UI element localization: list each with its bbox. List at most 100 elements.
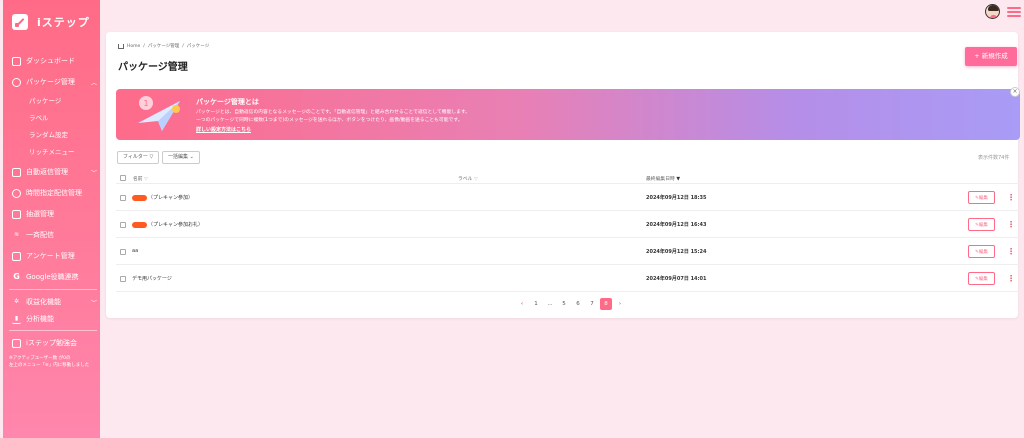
sidebar-item-survey[interactable]: アンケート管理: [12, 251, 97, 261]
book-icon: [12, 338, 21, 348]
column-label[interactable]: ラベル ▽: [458, 175, 478, 182]
table-row[interactable]: デモ用パッケージ 2024年09月07日 14:01 ✎編集 ⋮: [116, 265, 1020, 292]
sidebar-item-label: 自動返信管理: [26, 168, 68, 176]
edit-button[interactable]: ✎編集: [968, 245, 995, 258]
monetize-icon: ✲: [13, 297, 20, 305]
app-name: iステップ: [37, 16, 90, 29]
sidebar-item-label: 一斉配信: [26, 231, 54, 239]
gift-icon: [12, 209, 21, 219]
pagination: ‹ 1 ... 5 6 7 8 ›: [516, 298, 626, 310]
select-all-checkbox[interactable]: [120, 175, 126, 181]
result-count: 表示件数74件: [978, 155, 1010, 161]
row-checkbox[interactable]: [120, 222, 126, 228]
banner-desc-line: パッケージとは、自動返信の内容となるメッセージのことです。「自動返信管理」と組み…: [196, 110, 471, 115]
sidebar-divider: [9, 289, 97, 290]
sidebar-subitem-richmenu[interactable]: リッチメニュー: [29, 146, 75, 156]
table-row[interactable]: （プレキャン参加お礼） 2024年09月12日 16:43 ✎編集 ⋮: [116, 211, 1020, 238]
sidebar-item-monetize[interactable]: ✲ 収益化機能 ﹀: [12, 297, 97, 307]
sidebar-subitem-package[interactable]: パッケージ: [29, 95, 61, 105]
sort-icon: ▽: [144, 177, 148, 182]
avatar[interactable]: [985, 4, 1000, 19]
table-row[interactable]: aa 2024年09月12日 15:24 ✎編集 ⋮: [116, 238, 1020, 265]
package-name[interactable]: （プレキャン参加お礼）: [132, 221, 203, 228]
sidebar-item-google[interactable]: G Google役職連携: [12, 272, 97, 282]
close-icon[interactable]: ×: [1010, 87, 1020, 97]
page-link[interactable]: 1: [530, 298, 542, 310]
chevron-down-icon: ﹀: [90, 169, 97, 177]
column-name[interactable]: 名前 ▽: [133, 175, 148, 182]
dashboard-icon: [12, 56, 21, 66]
sidebar-item-label: 収益化機能: [26, 298, 61, 306]
info-banner: 1 パッケージ管理とは パッケージとは、自動返信の内容となるメッセージのことです…: [116, 89, 1020, 140]
sort-icon: ▽: [473, 177, 478, 182]
sidebar-subitem-random[interactable]: ランダム設定: [29, 129, 68, 139]
package-icon: [12, 77, 21, 87]
page-link[interactable]: 6: [572, 298, 584, 310]
edit-button[interactable]: ✎編集: [968, 272, 995, 285]
prev-page-icon[interactable]: ‹: [516, 298, 528, 310]
page-link-current[interactable]: 8: [600, 298, 612, 310]
edit-button[interactable]: ✎編集: [968, 191, 995, 204]
clock-icon: [12, 188, 21, 198]
more-options-icon[interactable]: ⋮: [1007, 218, 1015, 231]
breadcrumb: Home / パッケージ管理 / パッケージ: [118, 43, 209, 49]
row-checkbox[interactable]: [120, 195, 126, 201]
table-row[interactable]: （プレキャン参加） 2024年09月12日 18:35 ✎編集 ⋮: [116, 184, 1020, 211]
sidebar-item-label: パッケージ管理: [26, 78, 75, 86]
sidebar-item-broadcast[interactable]: ≋ 一斉配信: [12, 230, 97, 240]
more-options-icon[interactable]: ⋮: [1007, 245, 1015, 258]
breadcrumb-home[interactable]: Home: [127, 44, 140, 49]
table-header: 名前 ▽ ラベル ▽ 最終編集日時 ▼: [116, 172, 1020, 184]
sidebar-note: ※アクティブユーザー数 が0の 左上のメニュー「≡」内に移動しました: [9, 356, 90, 368]
page-ellipsis: ...: [547, 301, 553, 307]
package-name[interactable]: デモ用パッケージ: [132, 275, 172, 282]
filter-label: フィルター: [123, 154, 148, 160]
row-checkbox[interactable]: [120, 249, 126, 255]
sidebar-item-auto-reply[interactable]: 自動返信管理 ﹀: [12, 167, 97, 177]
sidebar: iステップ ダッシュボード パッケージ管理 ︿ パッケージ ラベル ランダム設定…: [3, 0, 100, 438]
sidebar-item-scheduled[interactable]: 時間指定配信管理: [12, 188, 97, 198]
document-icon: [12, 251, 21, 261]
redaction-mark: [132, 194, 147, 201]
row-checkbox[interactable]: [120, 276, 126, 282]
page-link[interactable]: 7: [586, 298, 598, 310]
more-options-icon[interactable]: ⋮: [1007, 191, 1015, 204]
chart-icon: ▮: [12, 315, 21, 324]
sidebar-item-dashboard[interactable]: ダッシュボード: [12, 56, 97, 66]
updated-date: 2024年09月12日 15:24: [646, 249, 707, 255]
sidebar-item-lottery[interactable]: 抽選管理: [12, 209, 97, 219]
breadcrumb-current: パッケージ: [186, 44, 210, 49]
app-logo[interactable]: iステップ: [12, 14, 90, 30]
updated-date: 2024年09月07日 14:01: [646, 276, 707, 282]
chevron-up-icon: ︿: [90, 79, 97, 87]
column-updated[interactable]: 最終編集日時 ▼: [646, 175, 680, 182]
sidebar-item-label: 抽選管理: [26, 210, 54, 218]
sidebar-item-label: ダッシュボード: [26, 57, 75, 65]
rss-icon: ≋: [13, 230, 20, 238]
new-package-button[interactable]: + 新規作成: [965, 47, 1017, 66]
bulk-edit-dropdown[interactable]: 一括編集 ⌄: [162, 151, 200, 164]
google-icon: G: [13, 271, 20, 281]
edit-button[interactable]: ✎編集: [968, 218, 995, 231]
sidebar-subitem-label[interactable]: ラベル: [29, 112, 49, 122]
filter-button[interactable]: フィルター ▽: [117, 151, 160, 164]
sidebar-item-analytics[interactable]: ▮ 分析機能: [12, 314, 97, 324]
package-name[interactable]: （プレキャン参加）: [132, 194, 193, 201]
more-options-icon[interactable]: ⋮: [1007, 272, 1015, 285]
sidebar-item-study[interactable]: iステップ勉強会: [12, 338, 97, 348]
sidebar-item-label: アンケート管理: [26, 252, 75, 260]
sidebar-item-label: 分析機能: [26, 315, 54, 323]
main-card: Home / パッケージ管理 / パッケージ パッケージ管理 + 新規作成 1 …: [106, 32, 1020, 318]
banner-help-link[interactable]: 詳しい設定方法はこちら: [196, 126, 251, 133]
sidebar-item-label: Google役職連携: [26, 273, 79, 281]
next-page-icon[interactable]: ›: [614, 298, 626, 310]
sidebar-divider: [9, 330, 97, 331]
chat-icon: [12, 167, 21, 177]
package-name[interactable]: aa: [132, 248, 138, 254]
menu-icon[interactable]: [1007, 6, 1021, 18]
home-icon[interactable]: [118, 43, 124, 49]
paper-plane-icon: 1: [138, 96, 180, 131]
breadcrumb-package-management[interactable]: パッケージ管理: [148, 43, 179, 49]
sidebar-item-package-management[interactable]: パッケージ管理 ︿: [12, 77, 97, 87]
page-link[interactable]: 5: [558, 298, 570, 310]
